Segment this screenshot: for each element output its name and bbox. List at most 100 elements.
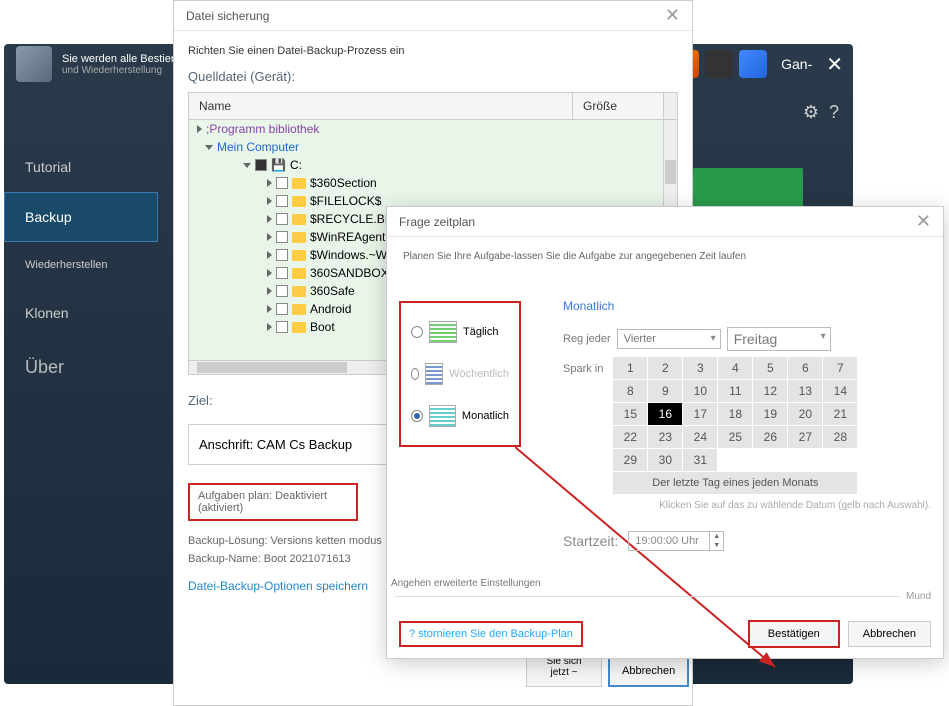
schedule-modal-close-icon[interactable]: ✕ (916, 211, 931, 232)
radio-monthly[interactable] (411, 410, 423, 422)
app-close-icon[interactable]: ✕ (826, 52, 843, 77)
calendar-day[interactable]: 26 (753, 426, 787, 448)
tree-col-name: Name (189, 93, 573, 119)
sidebar-item-tutorial[interactable]: Tutorial (4, 142, 158, 192)
freq-weekly[interactable]: Wöchentlich (409, 353, 511, 395)
calendar-day[interactable]: 27 (788, 426, 822, 448)
mund-label: Mund (906, 591, 931, 602)
apple-icon[interactable] (705, 50, 733, 78)
calendar-day[interactable]: 25 (718, 426, 752, 448)
checkbox[interactable] (276, 177, 288, 189)
tree-item[interactable]: $360Section (189, 174, 663, 192)
freq-monthly[interactable]: Monatlich (409, 395, 511, 437)
tree-scroll-up[interactable] (663, 93, 677, 119)
calendar-last-day[interactable]: Der letzte Tag eines jeden Monats (613, 472, 857, 494)
ordinal-select[interactable]: Vierter (617, 329, 721, 349)
calendar-day[interactable]: 15 (613, 403, 647, 425)
calendar-day[interactable]: 28 (823, 426, 857, 448)
settings-gear-icon[interactable]: ⚙ (803, 102, 819, 123)
calendar-day[interactable]: 17 (683, 403, 717, 425)
folder-icon (292, 268, 306, 279)
calendar-day[interactable]: 19 (753, 403, 787, 425)
sidebar: Tutorial Backup Wiederherstellen Klonen … (4, 142, 158, 397)
calendar-day[interactable]: 24 (683, 426, 717, 448)
spark-label: Spark in (563, 363, 603, 375)
checkbox[interactable] (276, 267, 288, 279)
calendar-day[interactable]: 4 (718, 357, 752, 379)
start-time-input[interactable]: 19:00:00 Uhr ▲▼ (628, 531, 724, 551)
folder-icon (292, 286, 306, 297)
freq-daily[interactable]: Täglich (409, 311, 511, 353)
radio-daily[interactable] (411, 326, 423, 338)
folder-icon (292, 232, 306, 243)
file-cancel-button[interactable]: Abbrechen (608, 655, 689, 687)
drive-icon: 💾 (271, 158, 286, 172)
schedule-cancel-button[interactable]: Abbrechen (848, 621, 931, 647)
source-label: Quelldatei (Gerät): (188, 69, 678, 84)
weekday-select[interactable]: Freitag (727, 327, 831, 351)
calendar-day[interactable]: 22 (613, 426, 647, 448)
checkbox[interactable] (276, 321, 288, 333)
sidebar-item-restore[interactable]: Wiederherstellen (4, 242, 158, 288)
folder-icon (292, 250, 306, 261)
checkbox[interactable] (276, 249, 288, 261)
task-plan-status[interactable]: Aufgaben plan: Deaktiviert (aktiviert) (188, 483, 358, 521)
sidebar-item-clone[interactable]: Klonen (4, 288, 158, 338)
calendar-day[interactable]: 5 (753, 357, 787, 379)
schedule-modal-title: Frage zeitplan (399, 215, 475, 229)
qq-icon[interactable] (739, 50, 767, 78)
tree-item[interactable]: ;Programm bibliothek (189, 120, 663, 138)
folder-icon (292, 304, 306, 315)
tree-item[interactable]: Mein Computer (189, 138, 663, 156)
header-text: Gan- (781, 56, 812, 72)
calendar-day[interactable]: 30 (648, 449, 682, 471)
checkbox[interactable] (276, 213, 288, 225)
extended-settings-label[interactable]: Angehen erweiterte Einstellungen (391, 578, 931, 589)
checkbox[interactable] (276, 303, 288, 315)
calendar-day[interactable]: 31 (683, 449, 717, 471)
checkbox[interactable] (276, 231, 288, 243)
calendar-day[interactable]: 12 (753, 380, 787, 402)
start-time-label: Startzeit: (563, 533, 618, 549)
calendar-day[interactable]: 3 (683, 357, 717, 379)
calendar-day[interactable]: 10 (683, 380, 717, 402)
sidebar-item-about[interactable]: Über (4, 338, 158, 397)
schedule-modal: Frage zeitplan ✕ Planen Sie Ihre Aufgabe… (386, 206, 944, 659)
calendar-day[interactable]: 9 (648, 380, 682, 402)
calendar-day[interactable]: 21 (823, 403, 857, 425)
time-spinner[interactable]: ▲▼ (709, 532, 723, 550)
app-logo (16, 46, 52, 82)
calendar-day[interactable]: 29 (613, 449, 647, 471)
frequency-selector: Täglich Wöchentlich Monatlich (399, 301, 521, 447)
checkbox[interactable] (276, 195, 288, 207)
file-modal-title: Datei sicherung (186, 9, 269, 23)
header-icon-bar: Gan- ✕ (671, 50, 843, 78)
calendar-day[interactable]: 18 (718, 403, 752, 425)
calendar-day[interactable]: 8 (613, 380, 647, 402)
calendar-day[interactable]: 20 (788, 403, 822, 425)
file-modal-close-icon[interactable]: ✕ (665, 5, 680, 26)
tree-col-size: Größe (573, 93, 663, 119)
calendar-day[interactable]: 14 (823, 380, 857, 402)
calendar-day[interactable]: 11 (718, 380, 752, 402)
folder-icon (292, 196, 306, 207)
calendar-day[interactable]: 16 (648, 403, 682, 425)
calendar-day[interactable]: 2 (648, 357, 682, 379)
calendar-icon (425, 363, 443, 385)
radio-weekly[interactable] (411, 368, 419, 380)
calendar-day[interactable]: 7 (823, 357, 857, 379)
sidebar-item-backup[interactable]: Backup (4, 192, 158, 242)
reg-label: Reg jeder (563, 333, 611, 345)
confirm-button[interactable]: Bestätigen (748, 620, 840, 648)
calendar-day[interactable]: 6 (788, 357, 822, 379)
calendar: 1234567891011121314151617181920212223242… (613, 357, 857, 494)
cancel-plan-link[interactable]: ? stornieren Sie den Backup-Plan (399, 621, 583, 647)
help-icon[interactable]: ? (829, 102, 839, 123)
calendar-day[interactable]: 13 (788, 380, 822, 402)
calendar-day[interactable]: 23 (648, 426, 682, 448)
calendar-day[interactable]: 1 (613, 357, 647, 379)
checkbox[interactable] (255, 159, 267, 171)
checkbox[interactable] (276, 285, 288, 297)
schedule-desc: Planen Sie Ihre Aufgabe-lassen Sie die A… (403, 251, 929, 262)
tree-item-drive[interactable]: 💾C: (189, 156, 663, 174)
